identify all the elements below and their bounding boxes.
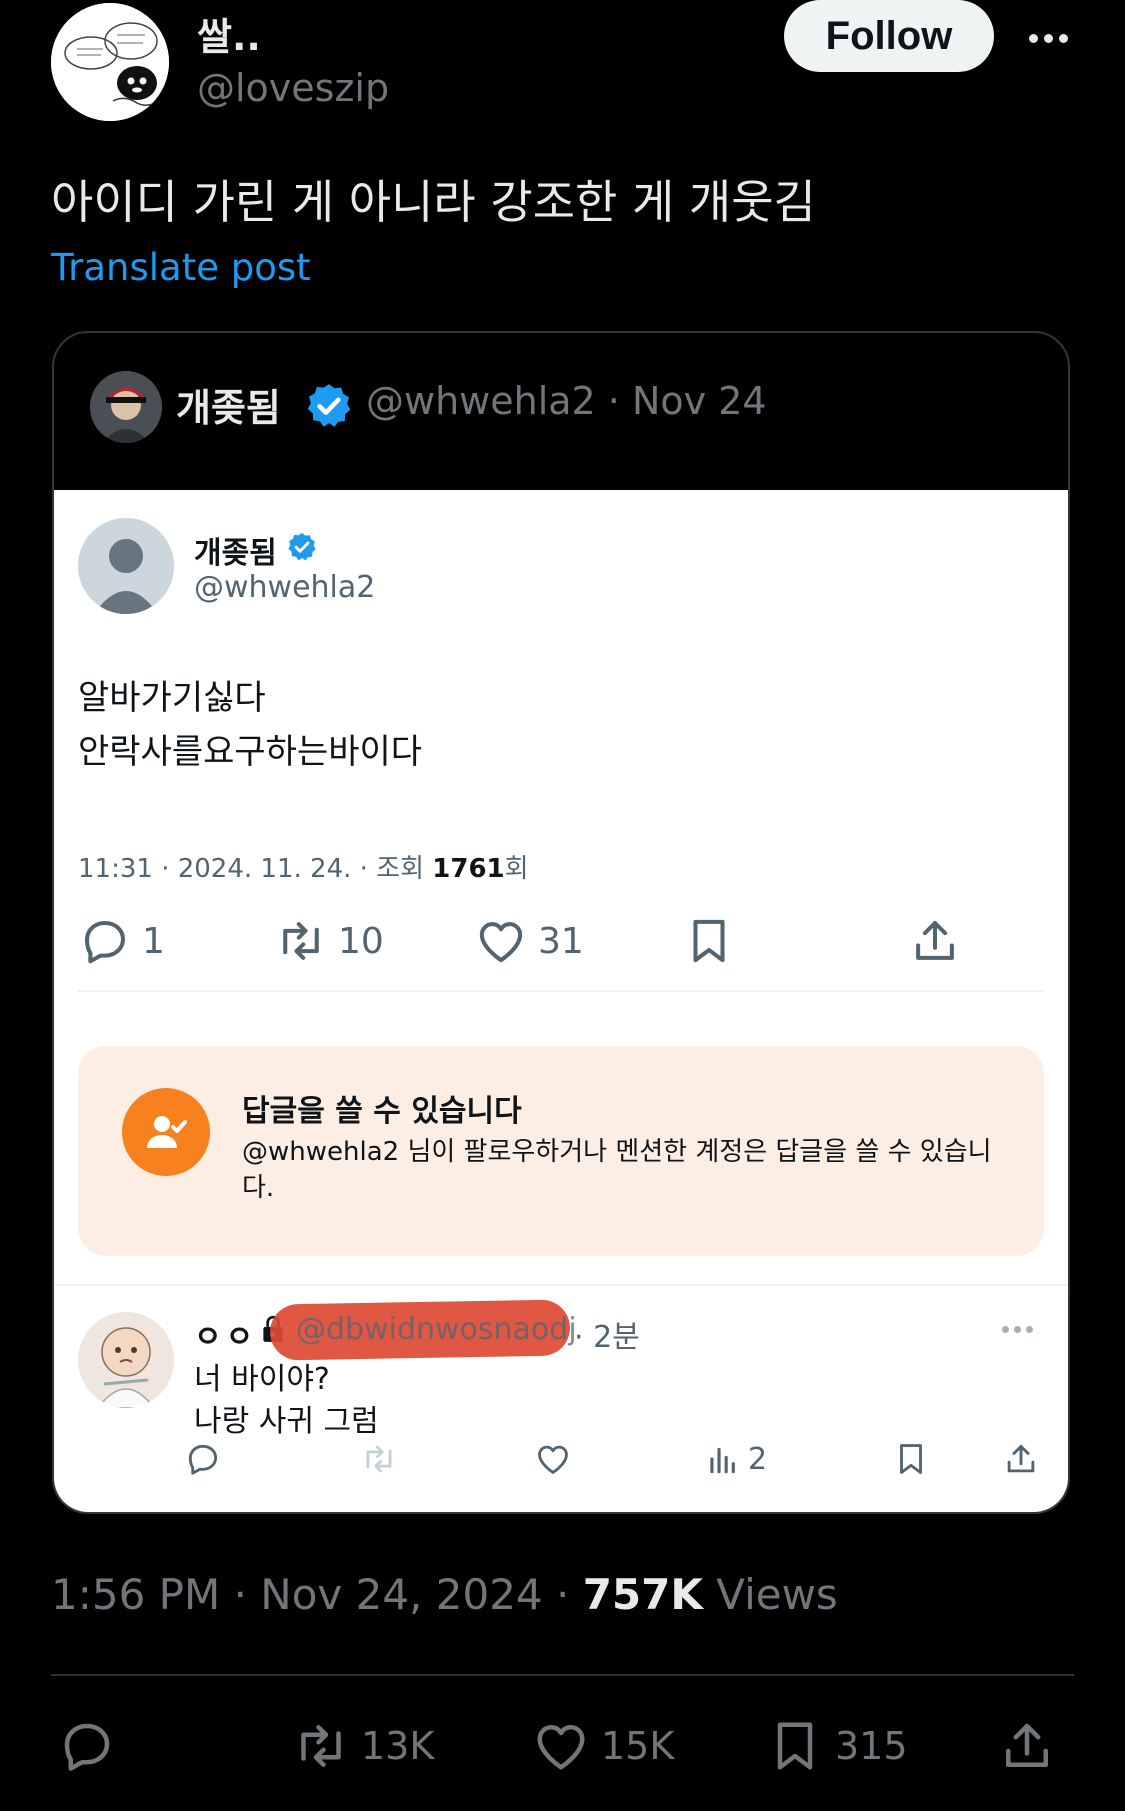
bookmark-icon xyxy=(777,1722,813,1770)
post-text: 아이디 가린 게 아니라 강조한 게 개웃김 xyxy=(51,175,816,229)
bookmark-count: 315 xyxy=(835,1724,908,1768)
quote-author-name[interactable]: 개좆됨 xyxy=(176,377,281,432)
more-dot xyxy=(1026,1326,1033,1333)
bookmark-icon xyxy=(900,1444,922,1474)
reply-bookmark-action xyxy=(892,1440,930,1478)
inner-timestamp: 11:31 · 2024. 11. 24. · 조회 1761회 xyxy=(78,848,529,885)
share-button[interactable] xyxy=(997,1716,1057,1776)
views-label: Views xyxy=(702,1570,838,1619)
retweet-icon xyxy=(366,1445,392,1473)
inner-retweet-action: 10 xyxy=(274,914,384,968)
inner-like-action: 31 xyxy=(474,914,584,968)
inner-view-count: 1761 xyxy=(432,854,505,884)
author-avatar-image xyxy=(51,3,169,121)
retweet-icon xyxy=(283,922,319,960)
reply-action-bar: 2 xyxy=(184,1440,1044,1486)
views-chart-icon xyxy=(710,1447,735,1474)
verified-badge-icon xyxy=(288,533,316,561)
more-dot xyxy=(1002,1326,1009,1333)
more-dot xyxy=(1058,33,1068,43)
inner-action-bar: 1 10 31 xyxy=(78,914,1038,974)
reply-icon xyxy=(64,1723,110,1771)
inner-like-count: 31 xyxy=(538,920,584,962)
divider xyxy=(51,1674,1074,1676)
retweet-icon xyxy=(301,1725,341,1767)
inner-body-line: 안락사를요구하는바이다 xyxy=(78,732,423,772)
inner-bookmark-action xyxy=(682,914,736,968)
inner-author-name: 개좆됨 xyxy=(194,536,277,571)
quote-handle-and-date: @whwehla2 · Nov 24 xyxy=(366,379,767,423)
heart-icon xyxy=(538,1445,568,1474)
baby-avatar-image xyxy=(78,1312,174,1408)
inner-author-handle: @whwehla2 xyxy=(194,570,376,605)
bookmark-button[interactable]: 315 xyxy=(765,1716,908,1776)
views-count: 757K xyxy=(582,1570,703,1619)
translate-post-link[interactable]: Translate post xyxy=(51,246,311,289)
bookmark-icon xyxy=(693,919,725,963)
reply-retweet-action xyxy=(360,1440,398,1478)
heart-icon xyxy=(537,1725,585,1770)
default-profile-icon xyxy=(78,518,174,614)
inner-reply-count: 1 xyxy=(142,920,165,962)
reply-views-count: 2 xyxy=(748,1441,768,1477)
share-icon xyxy=(1006,1723,1048,1767)
retweet-count: 13K xyxy=(361,1724,435,1768)
divider xyxy=(78,990,1044,992)
verified-badge-icon xyxy=(307,384,351,427)
reply-icon xyxy=(188,1444,218,1475)
more-options-icon xyxy=(1002,1326,1033,1333)
reply-time: · 2분 xyxy=(574,1320,640,1355)
reply-button[interactable] xyxy=(57,1716,117,1776)
inner-body-line: 알바가기싫다 xyxy=(78,678,266,718)
author-display-name[interactable]: 쌀.. xyxy=(197,6,261,61)
reply-author-name: ㅇㅇ xyxy=(194,1320,258,1355)
inner-timestamp-suffix: 회 xyxy=(504,854,529,884)
person-check-glyph xyxy=(147,1116,187,1148)
reply-permission-notice: 답글을 쓸 수 있습니다 @whwehla2 님이 팔로우하거나 멘션한 계정은… xyxy=(78,1046,1044,1256)
like-button[interactable]: 15K xyxy=(531,1716,674,1776)
embedded-screenshot: 개좆됨 @whwehla2 알바가기싫다 안락사를요구하는바이다 11:31 ·… xyxy=(54,490,1068,1512)
quote-author-avatar[interactable] xyxy=(90,371,162,443)
author-handle[interactable]: @loveszip xyxy=(197,66,389,110)
follow-button[interactable]: Follow xyxy=(784,0,994,72)
reply-author-avatar xyxy=(78,1312,174,1408)
post-timestamp[interactable]: 1:56 PM · Nov 24, 2024 · xyxy=(51,1570,583,1619)
retweet-button[interactable]: 13K xyxy=(291,1716,434,1776)
reply-notice-title: 답글을 쓸 수 있습니다 xyxy=(242,1094,522,1129)
tweet-page: 쌀.. @loveszip Follow 아이디 가린 게 아니라 강조한 게 … xyxy=(0,0,1125,1811)
quote-avatar-image xyxy=(90,371,162,443)
reply-icon xyxy=(84,920,126,964)
more-options-icon[interactable] xyxy=(1018,18,1078,58)
inner-author-avatar xyxy=(78,518,174,614)
heart-icon xyxy=(479,922,523,963)
reply-views-action: 2 xyxy=(704,1440,767,1478)
more-dot xyxy=(1043,33,1053,43)
reply-share-action xyxy=(1002,1440,1040,1478)
person-check-icon xyxy=(122,1088,210,1176)
reply-text-line: 너 바이야? xyxy=(194,1362,330,1397)
inner-timestamp-prefix: 11:31 · 2024. 11. 24. · 조회 xyxy=(78,854,433,884)
inner-reply-action: 1 xyxy=(78,914,165,968)
post-action-bar: 13K 15K 315 xyxy=(51,1716,1074,1780)
quoted-tweet-card[interactable]: 개좆됨 @whwehla2 · Nov 24 개좆됨 @whwehla2 알바가… xyxy=(52,331,1070,1514)
post-timestamp-views: 1:56 PM · Nov 24, 2024 · 757K Views xyxy=(51,1570,838,1619)
share-icon xyxy=(916,920,954,960)
share-icon xyxy=(1007,1444,1035,1473)
reply-text-line: 나랑 사귀 그럼 xyxy=(194,1404,379,1439)
inner-share-action xyxy=(908,914,962,968)
reply-reply-action xyxy=(184,1440,222,1478)
inner-retweet-count: 10 xyxy=(338,920,384,962)
author-avatar[interactable] xyxy=(51,3,169,121)
more-dot xyxy=(1014,1326,1021,1333)
reply-notice-description: @whwehla2 님이 팔로우하거나 멘션한 계정은 답글을 쓸 수 있습니다… xyxy=(242,1137,992,1203)
reply-like-action xyxy=(534,1440,572,1478)
divider xyxy=(54,1284,1068,1286)
reply-author-handle: @dbwidnwosnaodj xyxy=(296,1312,577,1347)
more-dot xyxy=(1028,33,1038,43)
like-count: 15K xyxy=(601,1724,675,1768)
